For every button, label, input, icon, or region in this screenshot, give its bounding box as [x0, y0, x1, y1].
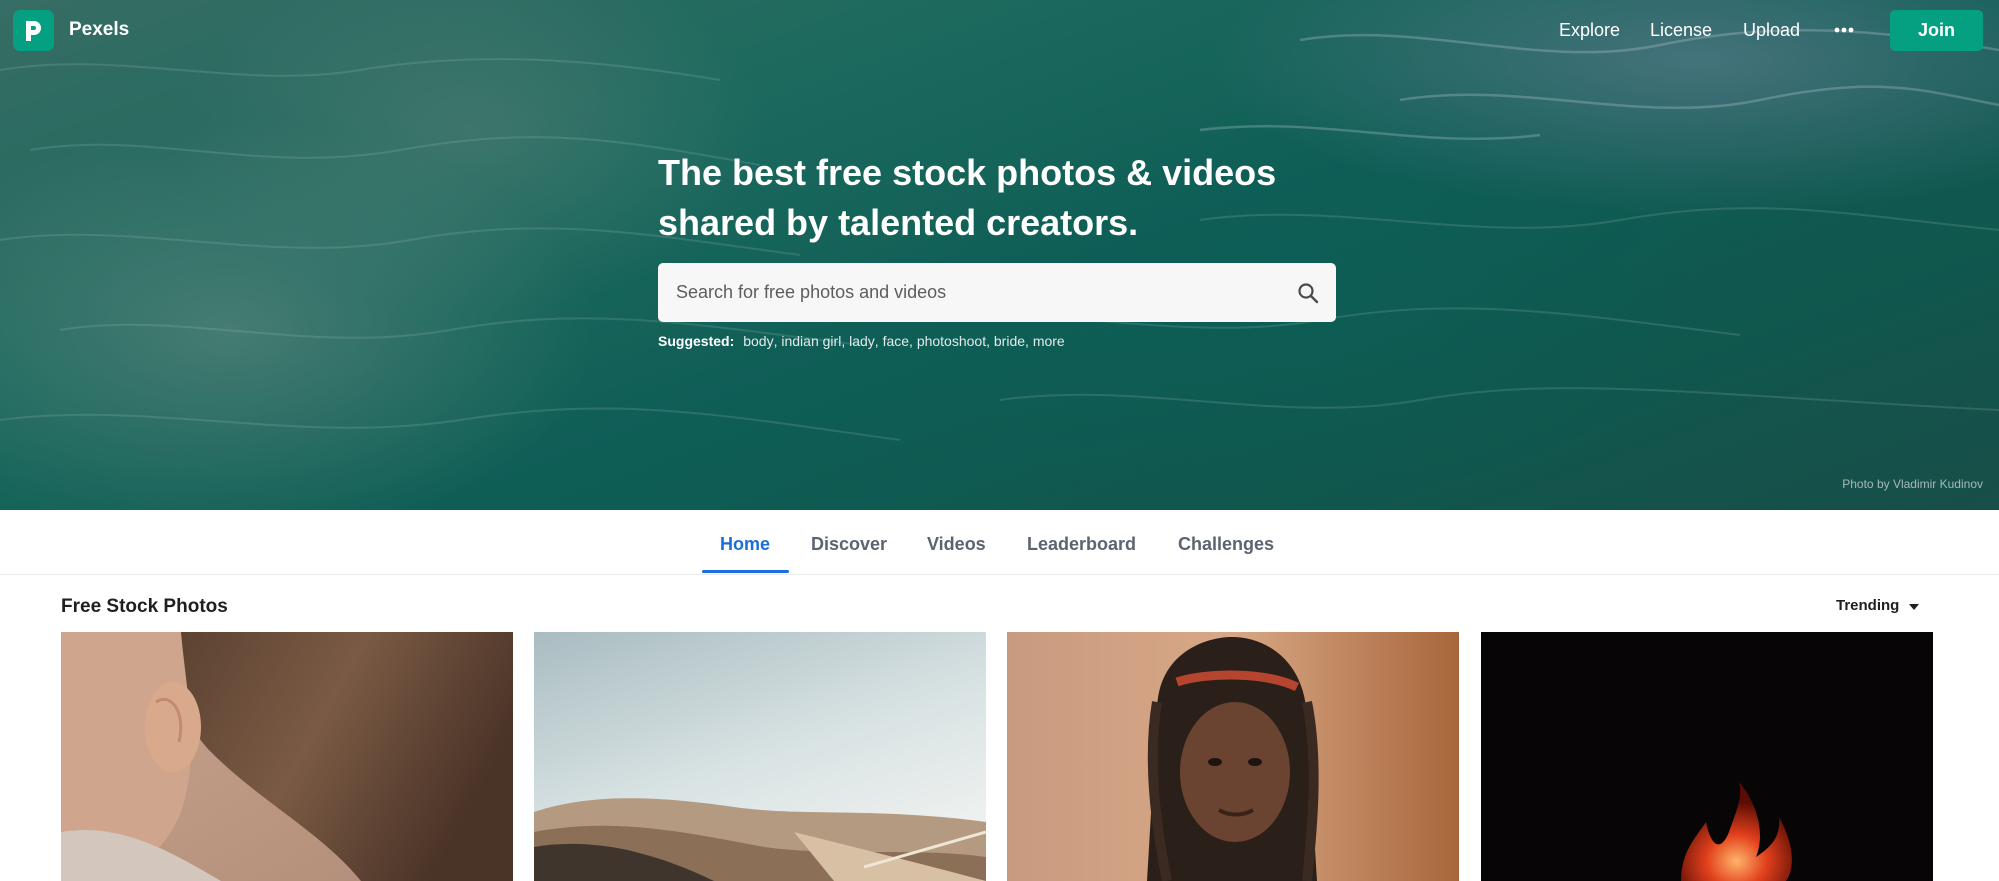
active-tab-indicator — [702, 570, 789, 573]
hero-headline: The best free stock photos & videos shar… — [658, 152, 1277, 243]
suggested-searches: Suggested: body, indian girl, lady, face… — [658, 333, 1065, 349]
sort-dropdown[interactable]: Trending — [1836, 597, 1920, 614]
photo-card[interactable] — [61, 632, 513, 881]
suggested-tag[interactable]: face — [883, 333, 909, 349]
suggested-tag[interactable]: photoshoot — [917, 333, 986, 349]
caret-down-icon — [1909, 597, 1920, 614]
suggested-label: Suggested: — [658, 333, 735, 349]
suggested-tag[interactable]: indian girl — [781, 333, 841, 349]
suggested-more-link[interactable]: more — [1033, 333, 1065, 349]
suggested-tag[interactable]: body — [743, 333, 773, 349]
top-navigation: Pexels Explore License Upload Join — [0, 0, 1999, 60]
section-title: Free Stock Photos — [61, 596, 228, 617]
search-icon[interactable] — [1280, 263, 1336, 322]
photo-card[interactable] — [1481, 632, 1933, 881]
brand-name[interactable]: Pexels — [69, 19, 129, 41]
photo-image — [1007, 632, 1459, 881]
join-button[interactable]: Join — [1890, 10, 1983, 51]
hero-banner: Pexels Explore License Upload Join The b… — [0, 0, 1999, 510]
suggested-tag[interactable]: lady — [849, 333, 875, 349]
nav-explore-link[interactable]: Explore — [1559, 20, 1620, 41]
photo-image — [534, 632, 986, 881]
nav-license-link[interactable]: License — [1650, 20, 1712, 41]
photo-image — [1481, 632, 1933, 881]
ellipsis-icon[interactable] — [1832, 18, 1856, 42]
tab-challenges[interactable]: Challenges — [1178, 534, 1274, 555]
sort-label: Trending — [1836, 597, 1900, 614]
search-bar — [658, 263, 1336, 322]
photo-credit[interactable]: Photo by Vladimir Kudinov — [1842, 477, 1983, 491]
tab-videos[interactable]: Videos — [927, 534, 986, 555]
photo-card[interactable] — [534, 632, 986, 881]
photo-card[interactable] — [1007, 632, 1459, 881]
tab-leaderboard[interactable]: Leaderboard — [1027, 534, 1136, 555]
tab-home[interactable]: Home — [720, 534, 770, 555]
section-tabs: Home Discover Videos Leaderboard Challen… — [0, 510, 1999, 575]
photo-image — [61, 632, 513, 881]
tab-discover[interactable]: Discover — [811, 534, 887, 555]
pexels-logo-icon[interactable] — [13, 10, 54, 51]
nav-upload-link[interactable]: Upload — [1743, 20, 1800, 41]
search-input[interactable] — [658, 263, 1280, 322]
suggested-tag[interactable]: bride — [994, 333, 1025, 349]
